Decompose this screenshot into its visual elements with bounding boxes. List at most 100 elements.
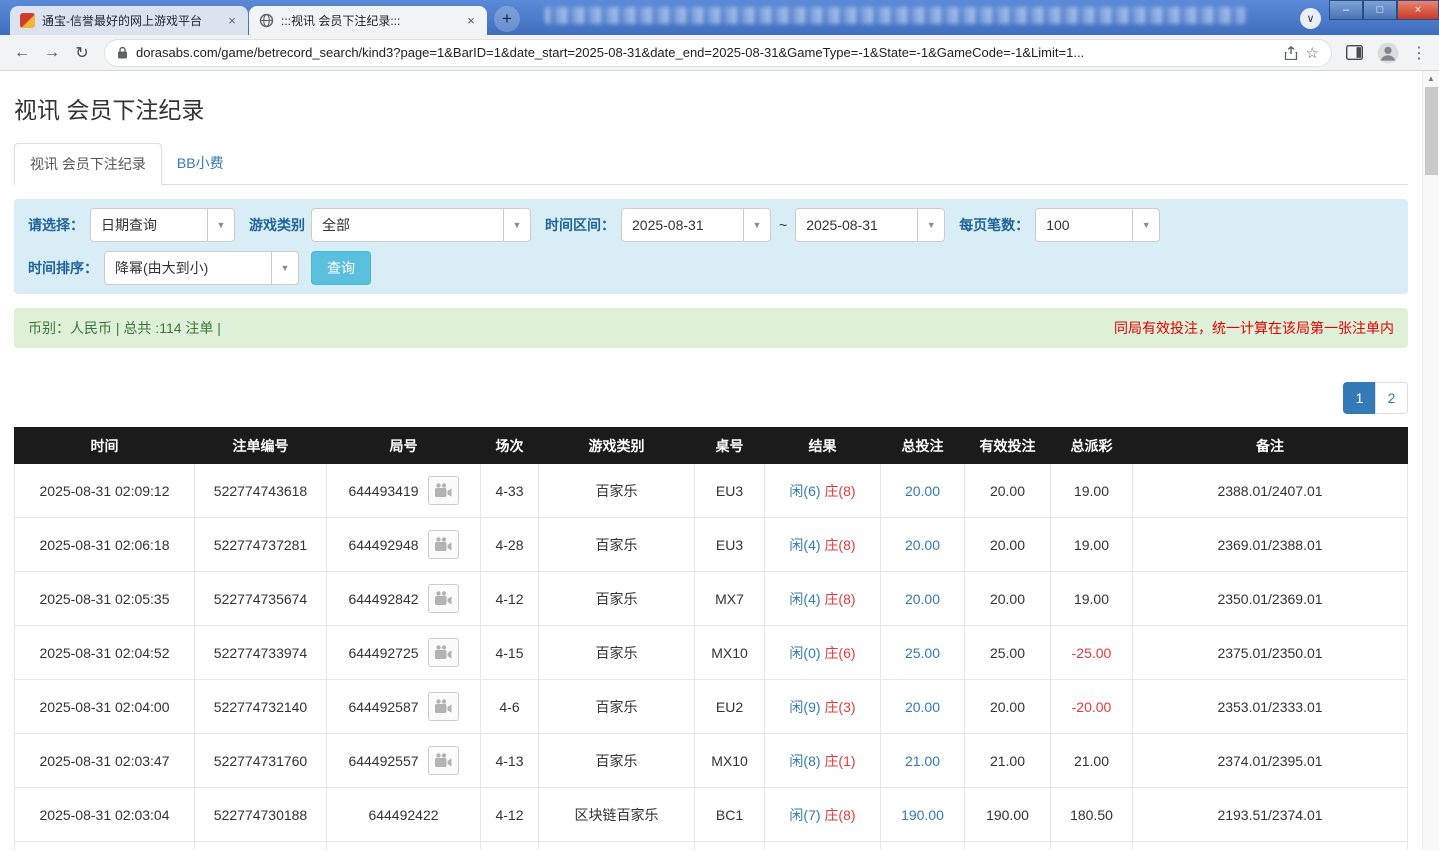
close-icon[interactable]: × xyxy=(463,13,479,29)
table-header-row: 时间 注单编号 局号 场次 游戏类别 桌号 结果 总投注 有效投注 总派彩 备注 xyxy=(14,427,1408,464)
page-scrollbar[interactable]: ▲ xyxy=(1422,71,1439,850)
game-type-select[interactable]: 全部 ▼ xyxy=(311,208,531,242)
video-replay-icon xyxy=(435,699,452,713)
cell-time: 2025-08-31 02:06:18 xyxy=(14,517,195,572)
cell-total-bet: 20.00 xyxy=(880,571,965,626)
page-viewport: 视讯 会员下注纪录 视讯 会员下注纪录 BB小费 请选择： 日期查询 ▼ 游戏类… xyxy=(0,71,1439,850)
cell-table-code: MX7 xyxy=(694,571,765,626)
address-bar[interactable]: dorasabs.com/game/betrecord_search/kind3… xyxy=(104,38,1332,67)
cell-session: 4-13 xyxy=(480,733,539,788)
new-tab-button[interactable]: + xyxy=(494,6,520,32)
close-icon[interactable]: × xyxy=(224,13,240,29)
browser-titlebar: 通宝-信誉最好的网上游戏平台 × :::视讯 会员下注纪录::: × + ∨ –… xyxy=(0,0,1439,35)
forward-button[interactable]: → xyxy=(38,39,66,67)
cell-bet-id: 522774732140 xyxy=(194,679,327,734)
cell-session: 4-10 xyxy=(480,841,539,850)
sort-label: 时间排序： xyxy=(28,260,98,276)
cell-valid-bet: 20.00 xyxy=(964,571,1051,626)
per-page-label: 每页笔数： xyxy=(959,217,1030,233)
site-favicon xyxy=(20,13,35,28)
search-button[interactable]: 查询 xyxy=(311,251,371,285)
chevron-down-icon[interactable]: ▼ xyxy=(917,209,944,241)
cell-bet-id: 522774730188 xyxy=(194,787,327,842)
cell-note: 2374.01/2395.01 xyxy=(1132,733,1408,788)
cell-table-code: MX10 xyxy=(694,733,765,788)
browser-toolbar: ← → ↻ dorasabs.com/game/betrecord_search… xyxy=(0,35,1439,71)
cell-payout: -20.00 xyxy=(1050,679,1133,734)
menu-dots-icon[interactable]: ⋮ xyxy=(1407,43,1431,63)
cell-game-type: 区块链百家乐 xyxy=(538,787,695,842)
video-replay-button[interactable] xyxy=(427,530,459,559)
sort-order-select[interactable]: 降幂(由大到小) ▼ xyxy=(104,251,299,285)
game-type-label: 游戏类别 xyxy=(249,217,305,233)
cell-payout: 19.00 xyxy=(1050,571,1133,626)
cell-round: 644492557 xyxy=(326,733,481,788)
pagination: 12 xyxy=(14,382,1408,414)
chevron-down-icon[interactable]: ▼ xyxy=(743,209,770,241)
cell-table-code: BC1 xyxy=(694,787,765,842)
cell-payout: 180.50 xyxy=(1050,787,1133,842)
cell-total-bet: 20.00 xyxy=(880,679,965,734)
scroll-up-arrow-icon[interactable]: ▲ xyxy=(1423,71,1439,86)
cell-total-bet: 300.00 xyxy=(880,841,965,850)
back-button[interactable]: ← xyxy=(8,39,36,67)
cell-round: 644492948 xyxy=(326,517,481,572)
cell-valid-bet: 20.00 xyxy=(964,679,1051,734)
cell-result: 闲(8) 庄(1) xyxy=(764,733,881,788)
share-icon[interactable] xyxy=(1284,45,1298,60)
chevron-down-icon[interactable]: ▼ xyxy=(207,209,234,241)
cell-payout: 19.00 xyxy=(1050,463,1133,518)
tab-search-chevron-icon[interactable]: ∨ xyxy=(1300,8,1321,29)
cell-payout: 21.00 xyxy=(1050,733,1133,788)
video-replay-button[interactable] xyxy=(427,584,459,613)
column-header: 总派彩 xyxy=(1050,427,1133,464)
page-button-1[interactable]: 1 xyxy=(1343,382,1376,414)
side-panel-icon[interactable] xyxy=(1346,45,1363,60)
cell-note: 1908.51/2193.51 xyxy=(1132,841,1408,850)
maximize-button[interactable]: □ xyxy=(1363,0,1397,20)
cell-time: 2025-08-31 02:04:52 xyxy=(14,625,195,680)
cell-game-type: 百家乐 xyxy=(538,625,695,680)
browser-tab-2[interactable]: :::视讯 会员下注纪录::: × xyxy=(249,6,487,35)
cell-result: 闲(6) 庄(8) xyxy=(764,463,881,518)
date-start-input[interactable]: 2025-08-31 ▼ xyxy=(621,208,771,242)
refresh-button[interactable]: ↻ xyxy=(68,39,96,67)
cell-total-bet: 20.00 xyxy=(880,463,965,518)
cell-game-type: 百家乐 xyxy=(538,463,695,518)
chevron-down-icon[interactable]: ▼ xyxy=(271,252,298,284)
cell-time: 2025-08-31 02:09:12 xyxy=(14,463,195,518)
chevron-down-icon[interactable]: ▼ xyxy=(1132,209,1159,241)
browser-tab-1[interactable]: 通宝-信誉最好的网上游戏平台 × xyxy=(10,6,248,35)
cell-time: 2025-08-31 02:03:47 xyxy=(14,733,195,788)
table-row: 2025-08-31 02:09:12 522774743618 644493419… xyxy=(14,463,1408,518)
url-text[interactable]: dorasabs.com/game/betrecord_search/kind3… xyxy=(136,45,1276,60)
video-replay-button[interactable] xyxy=(427,476,459,505)
chevron-down-icon[interactable]: ▼ xyxy=(503,209,530,241)
page-button-2[interactable]: 2 xyxy=(1375,382,1408,414)
video-replay-button[interactable] xyxy=(427,692,459,721)
query-type-select[interactable]: 日期查询 ▼ xyxy=(90,208,235,242)
cell-valid-bet: 190.00 xyxy=(964,787,1051,842)
currency-total-text: 币别：人民币 | 总共 :114 注单 | xyxy=(28,320,221,336)
per-page-select[interactable]: 100 ▼ xyxy=(1035,208,1161,242)
video-replay-button[interactable] xyxy=(427,638,459,667)
window-close-button[interactable]: × xyxy=(1397,0,1439,20)
cell-session: 4-28 xyxy=(480,517,539,572)
cell-table-code: EU3 xyxy=(694,463,765,518)
avatar[interactable] xyxy=(1377,42,1399,64)
cell-game-type: 百家乐 xyxy=(538,733,695,788)
tab-betrecord[interactable]: 视讯 会员下注纪录 xyxy=(14,143,162,185)
column-header: 场次 xyxy=(480,427,539,464)
tab-bb-tip[interactable]: BB小费 xyxy=(162,143,239,185)
video-replay-button[interactable] xyxy=(427,746,459,775)
column-header: 时间 xyxy=(14,427,195,464)
cell-result: 闲(7) 庄(8) xyxy=(764,787,881,842)
date-end-input[interactable]: 2025-08-31 ▼ xyxy=(795,208,946,242)
minimize-button[interactable]: – xyxy=(1329,0,1363,20)
table-row: 2025-08-31 02:05:35 522774735674 644492842… xyxy=(14,571,1408,626)
scrollbar-thumb[interactable] xyxy=(1425,87,1438,175)
cell-valid-bet: 25.00 xyxy=(964,625,1051,680)
blurred-titlebar-text xyxy=(545,7,1245,24)
bookmark-star-icon[interactable]: ☆ xyxy=(1306,44,1319,62)
video-replay-icon xyxy=(435,645,452,659)
